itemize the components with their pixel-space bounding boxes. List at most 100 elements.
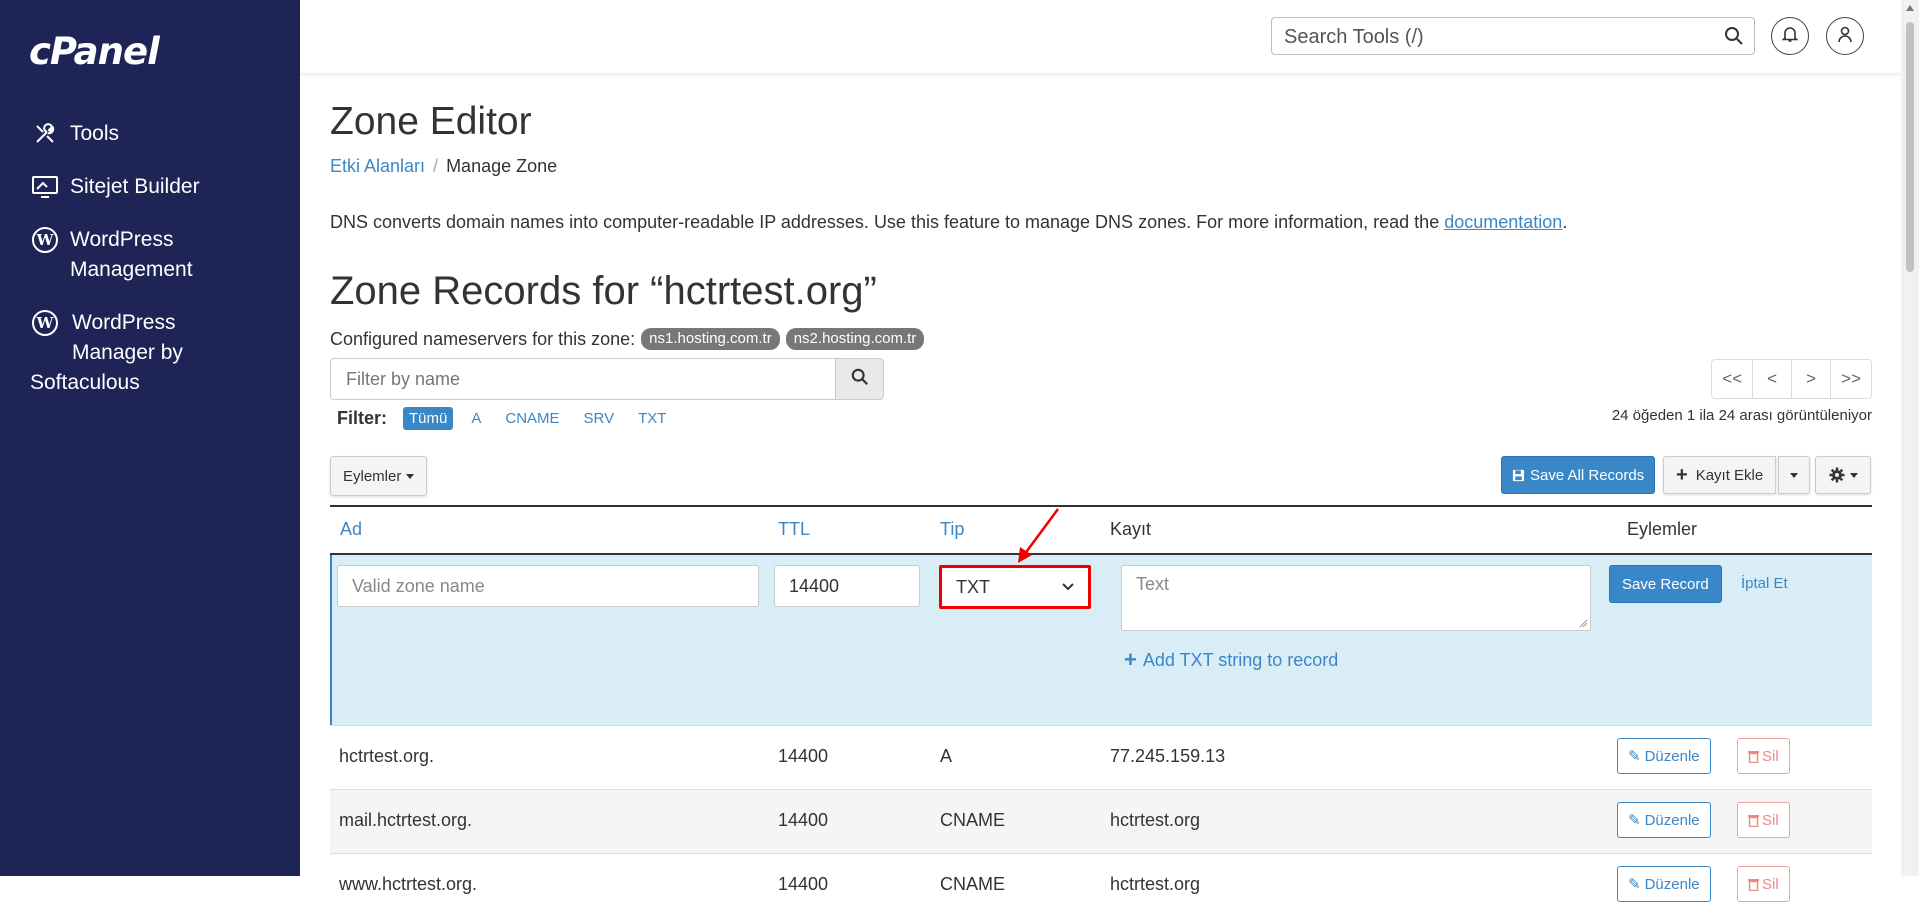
- breadcrumb-separator: /: [433, 156, 439, 176]
- sidebar-item-label: WordPress Management: [70, 228, 193, 281]
- sidebar-item-label: Tools: [70, 122, 120, 145]
- record-type-cell: A: [940, 746, 953, 766]
- pencil-icon: ✎: [1628, 748, 1641, 765]
- record-type-cell: CNAME: [940, 874, 1006, 894]
- new-record-edit-row: TXT Text + Add TXT string to record Save…: [330, 508, 1872, 725]
- table-row: mail.hctrtest.org. 14400 CNAME hctrtest.…: [330, 789, 1872, 853]
- notifications-button[interactable]: [1771, 17, 1809, 55]
- filter-search-button[interactable]: [836, 358, 884, 400]
- type-filter-row: Filter: Tümü A CNAME SRV TXT: [337, 407, 684, 430]
- pager-next[interactable]: >: [1791, 359, 1832, 399]
- record-value-cell: hctrtest.org: [1110, 874, 1201, 894]
- trash-icon: [1748, 814, 1759, 827]
- record-ttl-cell: 14400: [778, 874, 829, 894]
- sidebar-nav: Tools Sitejet Builder W WordPress Manage…: [0, 115, 300, 417]
- caret-down-icon: [1790, 472, 1798, 478]
- filter-by-name-input[interactable]: [330, 358, 836, 400]
- filter-txt[interactable]: TXT: [632, 407, 672, 430]
- save-record-button[interactable]: Save Record: [1609, 565, 1722, 603]
- wordpress-icon: W: [30, 225, 60, 255]
- column-header-name[interactable]: Ad: [340, 519, 362, 540]
- pager-last[interactable]: >>: [1830, 359, 1872, 399]
- pager-first[interactable]: <<: [1711, 359, 1754, 399]
- wordpress-icon: W: [30, 308, 60, 338]
- column-header-type[interactable]: Tip: [940, 519, 964, 540]
- nameserver-badge: ns2.hosting.com.tr: [785, 328, 925, 350]
- pager-prev[interactable]: <: [1752, 359, 1793, 399]
- page-title: Zone Editor: [330, 100, 532, 143]
- delete-button[interactable]: Sil: [1737, 866, 1790, 902]
- table-header: Ad TTL Tip Kayıt Eylemler: [330, 505, 1872, 555]
- record-count-text: 24 öğeden 1 ila 24 arası görüntüleniyor: [1611, 407, 1872, 424]
- record-type-select[interactable]: TXT: [939, 565, 1091, 609]
- record-ttl-input[interactable]: [774, 565, 920, 607]
- filter-cname[interactable]: CNAME: [499, 407, 565, 430]
- resize-handle-icon[interactable]: [1579, 619, 1588, 628]
- scroll-up-arrow[interactable]: [1906, 5, 1914, 11]
- record-value-cell: hctrtest.org: [1110, 810, 1201, 830]
- nameservers-line: Configured nameservers for this zone: ns…: [330, 328, 925, 350]
- plus-icon: +: [1124, 647, 1137, 672]
- bell-icon: [1781, 25, 1799, 48]
- scrollbar-thumb[interactable]: [1906, 22, 1914, 272]
- sidebar-item-tools[interactable]: Tools: [0, 115, 300, 153]
- add-txt-string-link[interactable]: + Add TXT string to record: [1124, 647, 1338, 673]
- filter-all[interactable]: Tümü: [403, 407, 454, 430]
- edit-button[interactable]: ✎ Düzenle: [1617, 802, 1711, 838]
- search-icon[interactable]: [1724, 26, 1744, 51]
- breadcrumb-current: Manage Zone: [446, 156, 558, 176]
- nameservers-label: Configured nameservers for this zone:: [330, 328, 636, 349]
- settings-dropdown-button[interactable]: [1815, 456, 1871, 494]
- pagination: << < > >>: [1711, 359, 1872, 399]
- actions-dropdown-button[interactable]: Eylemler: [330, 456, 428, 496]
- delete-button[interactable]: Sil: [1737, 802, 1790, 838]
- sidebar: cPanel Tools Sitejet Builder W WordPress…: [0, 0, 300, 876]
- page-scrollbar[interactable]: [1901, 0, 1919, 876]
- sidebar-item-wordpress-manager[interactable]: W WordPress Manager by Softaculous: [0, 304, 300, 402]
- record-name-cell: mail.hctrtest.org.: [339, 810, 473, 830]
- search-icon: [851, 368, 869, 391]
- cancel-link[interactable]: İptal Et: [1741, 575, 1788, 592]
- documentation-link[interactable]: documentation: [1444, 212, 1562, 232]
- table-row: hctrtest.org. 14400 A 77.245.159.13 ✎ Düz…: [330, 725, 1872, 789]
- edit-button[interactable]: ✎ Düzenle: [1617, 866, 1711, 902]
- chevron-down-icon: [1062, 583, 1074, 591]
- filter-a[interactable]: A: [465, 407, 487, 430]
- save-all-records-button[interactable]: Save All Records: [1501, 456, 1656, 494]
- user-icon: [1836, 25, 1854, 48]
- svg-text:W: W: [36, 314, 55, 332]
- add-record-button[interactable]: + Kayıt Ekle: [1663, 456, 1777, 494]
- save-icon: [1512, 469, 1525, 482]
- filter-srv[interactable]: SRV: [578, 407, 621, 430]
- gear-icon: [1829, 467, 1845, 483]
- records-toolbar: Eylemler Save All Records + Kayıt Ekle: [330, 456, 1872, 496]
- add-record-dropdown-toggle[interactable]: [1778, 456, 1810, 494]
- search-tools-box[interactable]: [1271, 17, 1755, 55]
- plus-icon: +: [1676, 463, 1688, 486]
- pencil-icon: ✎: [1628, 812, 1641, 829]
- filter-label: Filter:: [337, 408, 388, 428]
- sidebar-item-wordpress-management[interactable]: W WordPress Management: [0, 221, 300, 289]
- record-text-area[interactable]: Text: [1121, 565, 1591, 631]
- column-header-ttl[interactable]: TTL: [778, 519, 810, 540]
- search-tools-input[interactable]: [1282, 24, 1706, 50]
- record-name-input[interactable]: [337, 565, 759, 607]
- intro-text: DNS converts domain names into computer-…: [330, 212, 1568, 232]
- user-menu-button[interactable]: [1826, 17, 1864, 55]
- record-value-cell: 77.245.159.13: [1110, 746, 1226, 766]
- record-type-cell: CNAME: [940, 810, 1006, 830]
- zone-records-title: Zone Records for “hctrtest.org”: [330, 269, 877, 313]
- breadcrumb: Etki Alanları / Manage Zone: [330, 156, 557, 177]
- cpanel-logo[interactable]: cPanel: [29, 30, 160, 73]
- record-name-cell: hctrtest.org.: [339, 746, 435, 766]
- breadcrumb-parent-link[interactable]: Etki Alanları: [330, 156, 425, 176]
- sidebar-item-sitejet[interactable]: Sitejet Builder: [0, 168, 300, 206]
- edit-button[interactable]: ✎ Düzenle: [1617, 738, 1711, 774]
- pencil-icon: ✎: [1628, 876, 1641, 893]
- record-name-cell: www.hctrtest.org.: [339, 874, 478, 894]
- record-ttl-cell: 14400: [778, 810, 829, 830]
- column-header-record: Kayıt: [1110, 519, 1152, 539]
- delete-button[interactable]: Sil: [1737, 738, 1790, 774]
- trash-icon: [1748, 878, 1759, 891]
- nameserver-badge: ns1.hosting.com.tr: [641, 328, 780, 350]
